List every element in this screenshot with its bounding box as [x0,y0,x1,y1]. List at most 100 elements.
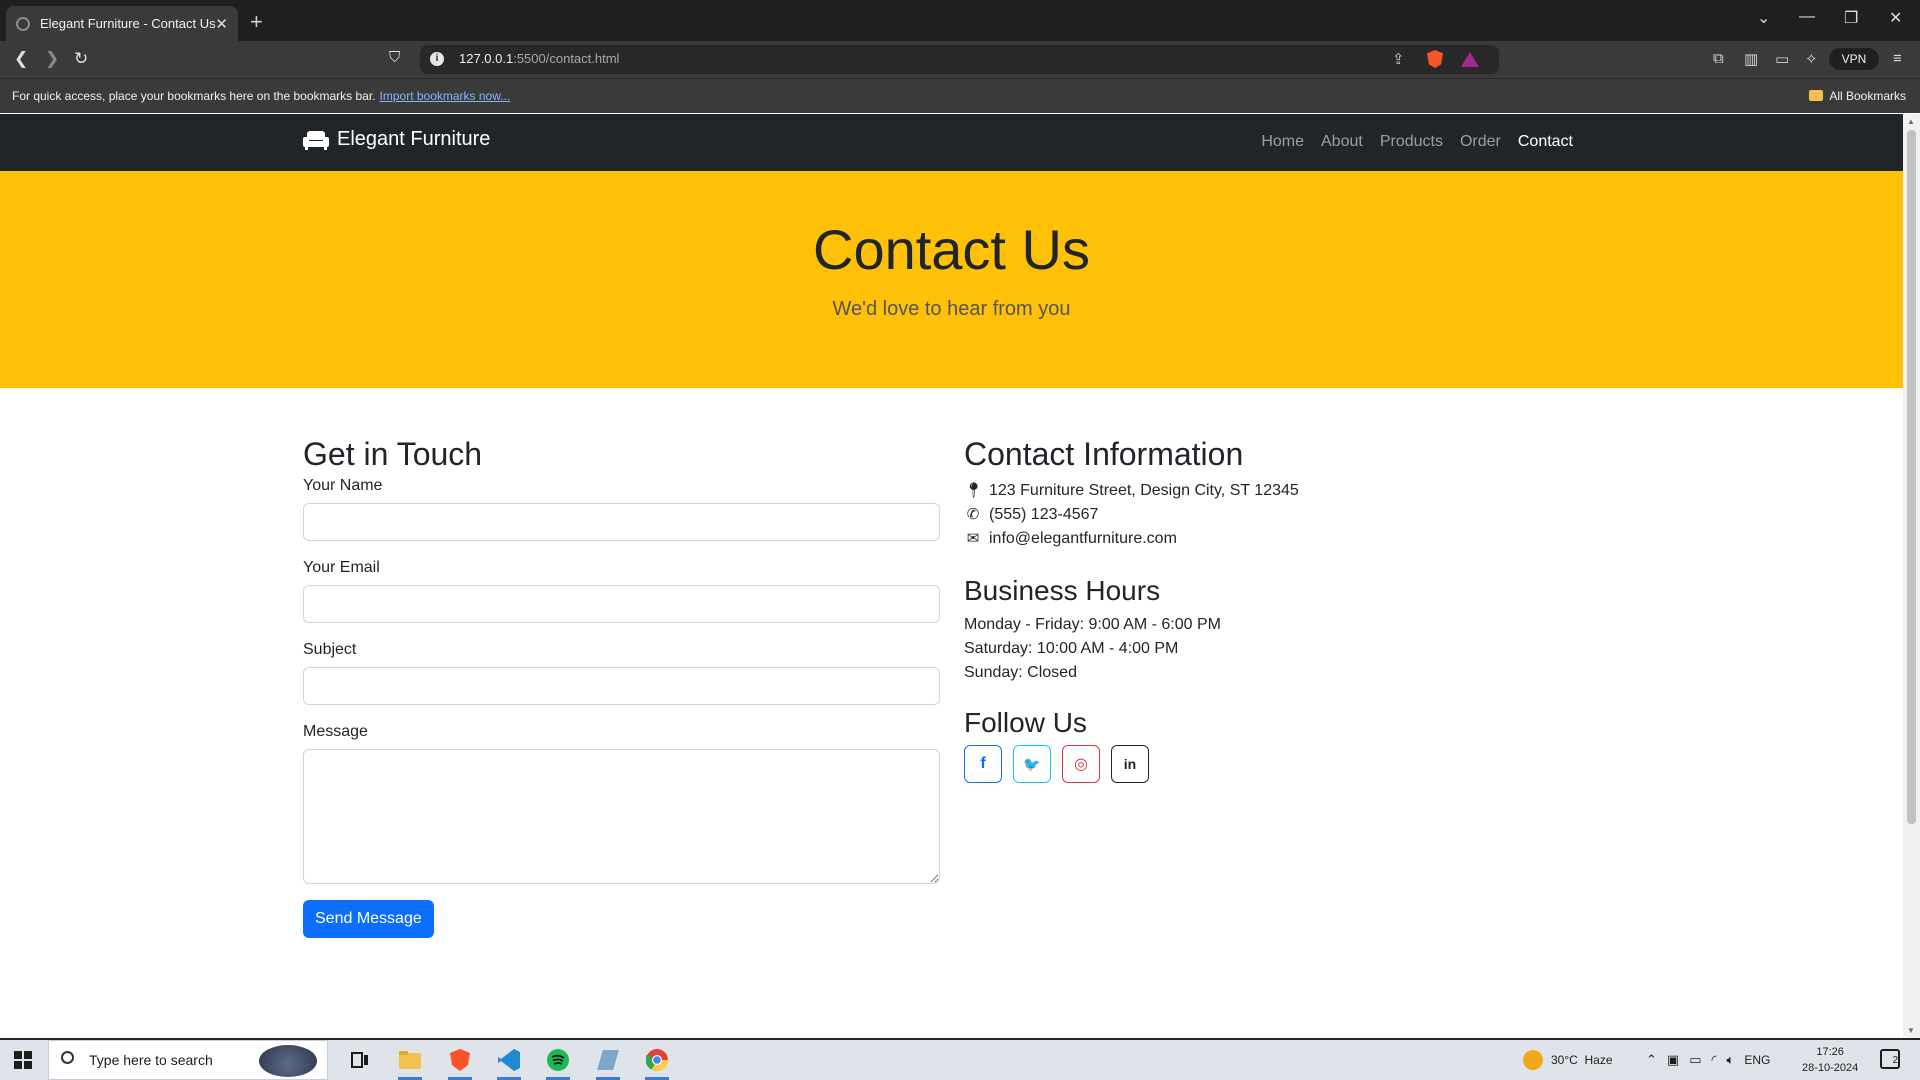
social-links: f 🐦 ◎ in [964,745,1600,783]
contact-details: 📍︎ 123 Furniture Street, Design City, ST… [964,479,1600,551]
spotify-icon[interactable] [536,1040,580,1080]
screen: Elegant Furniture - Contact Us ✕ + ⌄ — ❐… [0,0,1920,1080]
scroll-down-icon[interactable]: ▼ [1907,1026,1915,1035]
couch-icon [303,130,329,150]
address-bar[interactable]: i 127.0.0.1:5500/contact.html ⇪ [420,45,1499,74]
site-navbar: Elegant Furniture Home About Products Or… [0,114,1903,171]
vscode-icon[interactable] [487,1040,531,1080]
all-bookmarks-button[interactable]: All Bookmarks [1809,89,1906,103]
wifi-icon[interactable]: ◜ [1712,1052,1717,1068]
task-view-icon[interactable] [338,1040,382,1080]
chrome-icon[interactable] [635,1040,679,1080]
contact-form: Get in Touch Your Name Your Email Subjec… [303,436,940,938]
twitter-button[interactable]: 🐦 [1013,745,1051,783]
hours-sunday: Sunday: Closed [964,664,1077,681]
extensions-icon[interactable]: ⧉ [1713,50,1724,67]
notification-icon[interactable]: 2 [1880,1049,1900,1069]
send-message-button[interactable]: Send Message [303,900,434,938]
wallet-icon[interactable]: ▭ [1775,50,1789,68]
import-bookmarks-link[interactable]: Import bookmarks now... [380,89,511,103]
language-indicator[interactable]: ENG [1744,1053,1770,1067]
email-field[interactable] [303,585,940,623]
linkedin-button[interactable]: in [1111,745,1149,783]
phone-icon: ✆ [966,506,980,523]
browser-tab-bar: Elegant Furniture - Contact Us ✕ + ⌄ — ❐… [0,0,1920,41]
weather-text: 30°C Haze [1551,1053,1613,1067]
message-label: Message [303,723,368,740]
email-text: info@elegantfurniture.com [989,530,1177,547]
hours-saturday: Saturday: 10:00 AM - 4:00 PM [964,640,1179,657]
search-highlight-image [259,1045,317,1077]
search-icon [61,1051,74,1064]
globe-icon [16,16,30,31]
forward-icon[interactable]: ❯ [45,49,59,69]
search-placeholder: Type here to search [89,1052,213,1068]
vpn-button[interactable]: VPN [1829,48,1879,70]
nav-about[interactable]: About [1321,133,1363,151]
folder-icon [1809,90,1824,101]
scroll-up-icon[interactable]: ▲ [1907,117,1915,126]
page-scrollbar[interactable]: ▲ ▼ [1903,114,1920,1038]
linkedin-icon: in [1123,756,1137,772]
twitter-icon: 🐦 [1023,755,1041,772]
name-field[interactable] [303,503,940,541]
notification-count: 2 [1892,1055,1898,1066]
subject-field[interactable] [303,667,940,705]
taskbar-search[interactable]: Type here to search [48,1040,328,1080]
weather-widget[interactable]: 30°C Haze [1523,1040,1613,1080]
message-field[interactable] [303,749,940,884]
hours-weekdays: Monday - Friday: 9:00 AM - 6:00 PM [964,616,1221,633]
close-tab-icon[interactable]: ✕ [215,15,228,33]
new-tab-icon[interactable]: + [250,9,263,35]
clock[interactable]: 17:26 28-10-2024 [1802,1044,1858,1076]
share-icon[interactable]: ⇪ [1392,50,1405,68]
nav-order[interactable]: Order [1460,133,1501,151]
leo-ai-icon[interactable]: ✧ [1805,50,1818,68]
brand-link[interactable]: Elegant Furniture [303,128,490,151]
bookmarks-bar: For quick access, place your bookmarks h… [0,78,1920,113]
nav-home[interactable]: Home [1261,133,1304,151]
haze-icon [1523,1050,1543,1070]
phone-row: ✆ (555) 123-4567 [964,503,1600,527]
name-label: Your Name [303,477,383,494]
minimize-icon[interactable]: — [1799,8,1815,26]
page-title: Contact Us [813,218,1090,281]
nav-links: Home About Products Order Contact [1261,133,1573,151]
sidebar-icon[interactable]: ▥ [1744,50,1758,68]
form-heading: Get in Touch [303,436,483,472]
url-text: 127.0.0.1:5500/contact.html [459,51,620,66]
chevron-up-icon[interactable]: ⌃ [1646,1052,1657,1068]
menu-icon[interactable]: ≡ [1893,50,1902,67]
contact-info: Contact Information 📍︎ 123 Furniture Str… [964,436,1600,783]
system-tray: ⌃ ▣ ▭ ◜ 🔈︎ ENG [1646,1040,1770,1080]
bookmark-icon[interactable]: ⛉ [389,49,400,66]
instagram-button[interactable]: ◎ [1062,745,1100,783]
nav-products[interactable]: Products [1380,133,1443,151]
address-text: 123 Furniture Street, Design City, ST 12… [989,482,1299,499]
brave-rewards-icon[interactable] [1461,52,1479,67]
hero-banner: Contact Us We'd love to hear from you [0,171,1903,388]
hours-heading: Business Hours [964,575,1161,606]
facebook-button[interactable]: f [964,745,1002,783]
site-info-icon[interactable]: i [430,52,444,66]
windows-start-icon[interactable] [14,1051,32,1069]
brave-shields-icon[interactable] [1427,50,1443,68]
restore-icon[interactable]: ❐ [1844,8,1858,28]
close-window-icon[interactable]: ✕ [1889,8,1902,28]
browser-tab[interactable]: Elegant Furniture - Contact Us ✕ [6,6,238,41]
volume-icon[interactable]: 🔈︎ [1727,1052,1735,1068]
address-row: 📍︎ 123 Furniture Street, Design City, ST… [964,479,1600,503]
battery-icon[interactable]: ▭ [1689,1052,1701,1068]
meet-now-icon[interactable]: ▣ [1667,1052,1679,1068]
contact-info-heading: Contact Information [964,436,1244,472]
clock-time: 17:26 [1816,1046,1844,1058]
file-explorer-icon[interactable] [388,1040,432,1080]
nav-contact[interactable]: Contact [1518,133,1573,151]
back-icon[interactable]: ❮ [14,49,28,69]
brave-browser-icon[interactable] [438,1040,482,1080]
tab-search-icon[interactable]: ⌄ [1757,8,1770,28]
reload-icon[interactable]: ↻ [74,49,88,69]
notes-app-icon[interactable] [586,1040,630,1080]
map-marker-icon: 📍︎ [964,482,984,499]
scroll-thumb[interactable] [1907,130,1916,824]
